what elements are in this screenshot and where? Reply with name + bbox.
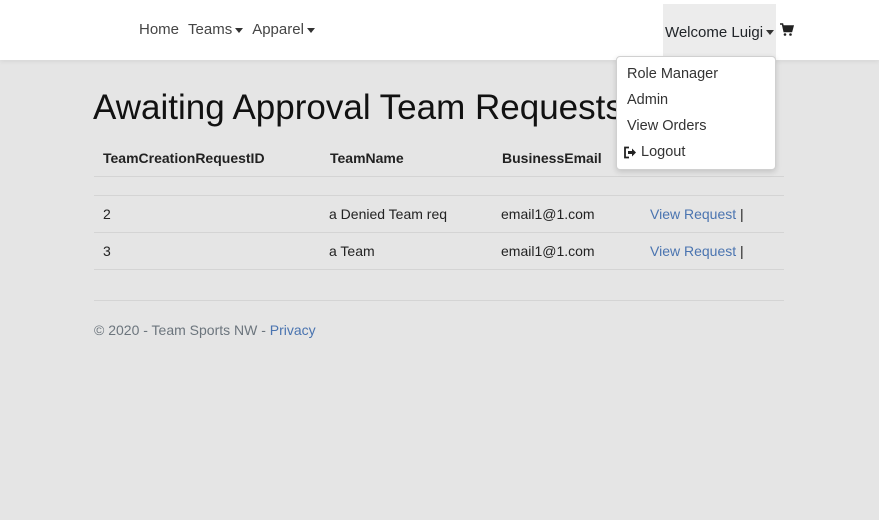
footer: © 2020 - Team Sports NW - Privacy bbox=[94, 322, 316, 338]
footer-copyright: © 2020 - Team Sports NW - bbox=[94, 322, 270, 338]
welcome-label: Welcome Luigi bbox=[664, 23, 764, 41]
cell-actions: View Request | bbox=[641, 195, 784, 233]
nav-links: Home Teams Apparel bbox=[139, 21, 324, 38]
shopping-cart-icon[interactable] bbox=[780, 23, 794, 37]
nav-apparel-dropdown[interactable]: Apparel bbox=[252, 21, 315, 38]
logout-label: Logout bbox=[641, 144, 686, 160]
dropdown-item-admin[interactable]: Admin bbox=[627, 92, 668, 108]
dropdown-item-logout[interactable]: Logout bbox=[623, 144, 685, 160]
cell-request-id: 3 bbox=[94, 232, 321, 270]
sign-out-icon bbox=[624, 146, 636, 158]
action-separator: | bbox=[740, 242, 744, 259]
caret-down-icon bbox=[306, 27, 315, 33]
cell-team-name: a Team bbox=[321, 232, 493, 270]
table-row: 3 a Team email1@1.com View Request | bbox=[94, 232, 784, 270]
nav-home-link[interactable]: Home bbox=[139, 21, 179, 38]
nav-teams-dropdown[interactable]: Teams bbox=[188, 21, 244, 38]
header-request-id: TeamCreationRequestID bbox=[94, 140, 321, 177]
cell-business-email: email1@1.com bbox=[493, 232, 641, 270]
cell-request-id: 2 bbox=[94, 195, 321, 233]
view-request-link[interactable]: View Request bbox=[650, 206, 736, 222]
nav-teams-label: Teams bbox=[188, 21, 233, 38]
nav-apparel-label: Apparel bbox=[252, 21, 304, 38]
caret-down-icon bbox=[235, 27, 244, 33]
action-separator: | bbox=[740, 205, 744, 222]
cell-team-name: a Denied Team req bbox=[321, 195, 493, 233]
user-dropdown-menu: Role Manager Admin View Orders Logout bbox=[616, 56, 776, 170]
privacy-link[interactable]: Privacy bbox=[270, 322, 316, 338]
caret-down-icon bbox=[766, 30, 775, 35]
nav-home-label: Home bbox=[139, 21, 180, 38]
navbar: Home Teams Apparel Welcome Luigi bbox=[0, 0, 879, 60]
dropdown-item-role-manager[interactable]: Role Manager bbox=[627, 66, 718, 82]
user-dropdown-toggle[interactable]: Welcome Luigi bbox=[663, 4, 776, 60]
header-team-name: TeamName bbox=[321, 140, 493, 177]
table-spacer-row bbox=[94, 176, 784, 196]
cell-actions: View Request | bbox=[641, 232, 784, 270]
table-row: 2 a Denied Team req email1@1.com View Re… bbox=[94, 195, 784, 233]
page-title: Awaiting Approval Team Requests bbox=[93, 88, 623, 127]
dropdown-item-view-orders[interactable]: View Orders bbox=[627, 118, 707, 134]
footer-divider bbox=[94, 300, 784, 301]
cell-business-email: email1@1.com bbox=[493, 195, 641, 233]
view-request-link[interactable]: View Request bbox=[650, 243, 736, 259]
